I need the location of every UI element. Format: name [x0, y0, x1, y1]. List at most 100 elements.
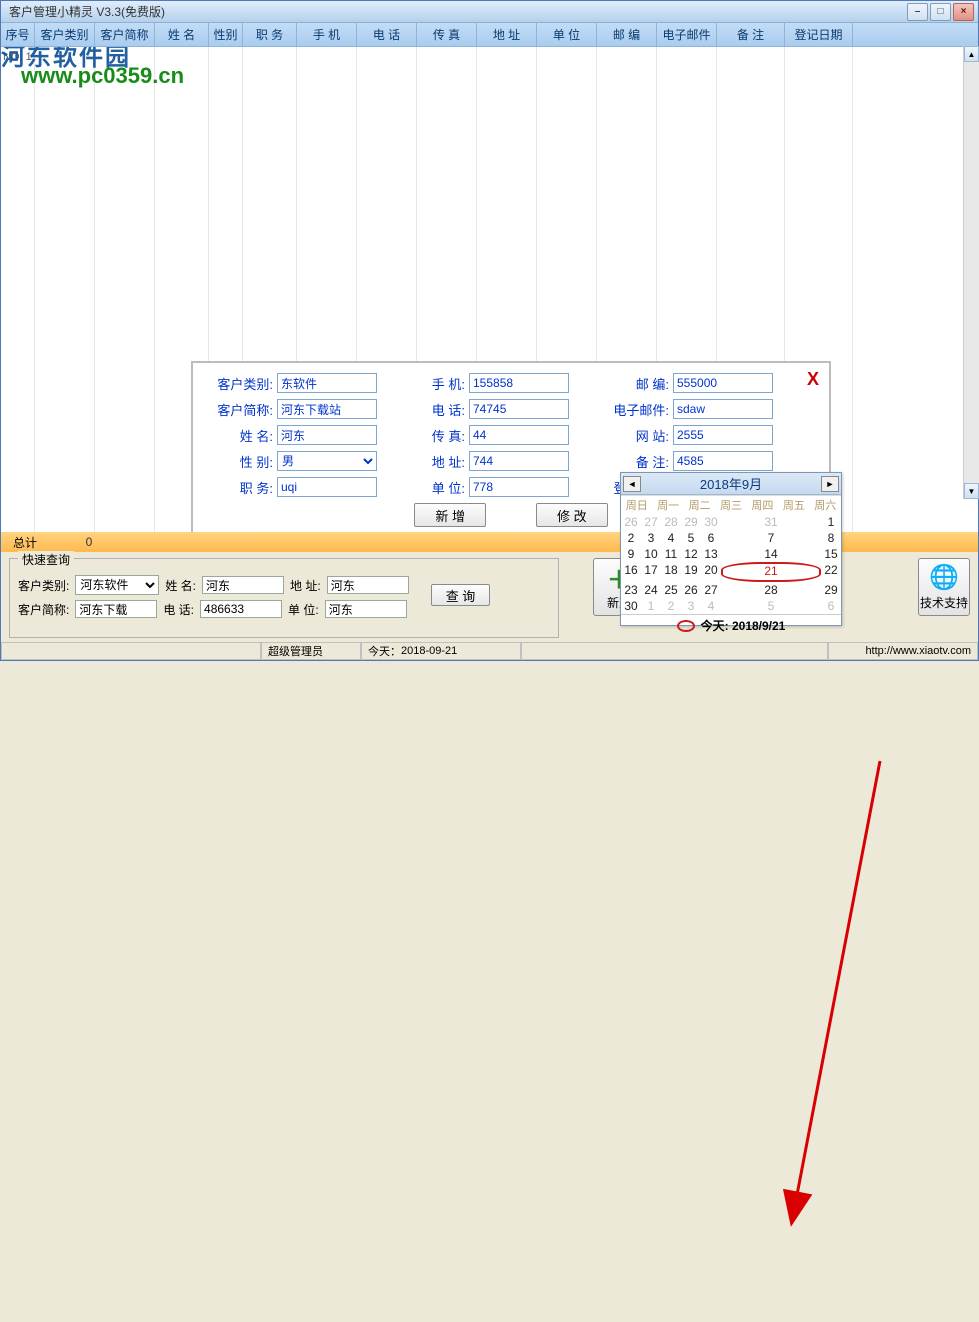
- cal-day[interactable]: 5: [681, 530, 701, 546]
- search-button[interactable]: 查 询: [431, 584, 491, 606]
- column-header[interactable]: 手 机: [297, 23, 357, 46]
- cal-day[interactable]: 27: [701, 582, 721, 598]
- cal-day[interactable]: 6: [821, 598, 841, 614]
- remark-input[interactable]: [673, 451, 773, 471]
- cal-day[interactable]: 17: [641, 562, 661, 582]
- data-grid[interactable]: NO. 1 河东软件园 www.pc0359.cn X 客户类别: 手 机: 邮…: [1, 47, 978, 532]
- q-category-select[interactable]: 河东软件: [75, 575, 159, 595]
- edit-button[interactable]: 修 改: [536, 503, 608, 527]
- add-button[interactable]: 新 增: [414, 503, 486, 527]
- vertical-scrollbar[interactable]: ▲ ▼: [963, 46, 979, 499]
- q-short-input[interactable]: [75, 600, 157, 618]
- cal-day[interactable]: 6: [701, 530, 721, 546]
- cal-day[interactable]: 28: [661, 514, 681, 530]
- column-header[interactable]: 登记日期: [785, 23, 853, 46]
- short-input[interactable]: [277, 399, 377, 419]
- cal-day[interactable]: 7: [721, 530, 821, 546]
- cal-day[interactable]: 2: [621, 530, 641, 546]
- category-label: 客户类别:: [207, 374, 273, 393]
- cal-day[interactable]: 15: [821, 546, 841, 562]
- cal-day[interactable]: 18: [661, 562, 681, 582]
- scroll-down-icon[interactable]: ▼: [964, 483, 979, 499]
- cal-day[interactable]: 30: [701, 514, 721, 530]
- cal-day[interactable]: 16: [621, 562, 641, 582]
- category-input[interactable]: [277, 373, 377, 393]
- column-header[interactable]: 电 话: [357, 23, 417, 46]
- scroll-up-icon[interactable]: ▲: [964, 46, 979, 62]
- q-unit-input[interactable]: [325, 600, 407, 618]
- minimize-button[interactable]: –: [907, 3, 928, 21]
- cal-day[interactable]: 22: [821, 562, 841, 582]
- column-header[interactable]: 单 位: [537, 23, 597, 46]
- maximize-button[interactable]: □: [930, 3, 951, 21]
- cal-day[interactable]: 3: [641, 530, 661, 546]
- q-phone-input[interactable]: [200, 600, 282, 618]
- cal-day[interactable]: 3: [681, 598, 701, 614]
- panel-close-button[interactable]: X: [807, 369, 819, 390]
- cal-day[interactable]: 26: [681, 582, 701, 598]
- sex-select[interactable]: 男: [277, 451, 377, 471]
- column-header[interactable]: 客户简称: [95, 23, 155, 46]
- unit-input[interactable]: [469, 477, 569, 497]
- q-addr-input[interactable]: [327, 576, 409, 594]
- phone-input[interactable]: [469, 399, 569, 419]
- cal-day[interactable]: 2: [661, 598, 681, 614]
- column-header[interactable]: 备 注: [717, 23, 785, 46]
- close-window-button[interactable]: ×: [953, 3, 974, 21]
- cal-day[interactable]: 30: [621, 598, 641, 614]
- column-header[interactable]: 客户类别: [35, 23, 95, 46]
- support-button[interactable]: 🌐 技术支持: [918, 558, 970, 616]
- cal-day[interactable]: 12: [681, 546, 701, 562]
- website-label: 网 站:: [603, 426, 669, 445]
- column-header[interactable]: 性别: [209, 23, 243, 46]
- cal-day[interactable]: 5: [721, 598, 821, 614]
- cal-day[interactable]: 13: [701, 546, 721, 562]
- post-input[interactable]: [673, 373, 773, 393]
- duty-input[interactable]: [277, 477, 377, 497]
- cal-day[interactable]: 9: [621, 546, 641, 562]
- website-input[interactable]: [673, 425, 773, 445]
- cal-day[interactable]: 20: [701, 562, 721, 582]
- column-header[interactable]: 序号: [1, 23, 35, 46]
- name-input[interactable]: [277, 425, 377, 445]
- cal-day[interactable]: 27: [641, 514, 661, 530]
- cal-day[interactable]: 26: [621, 514, 641, 530]
- cal-day[interactable]: 29: [681, 514, 701, 530]
- cal-day[interactable]: 31: [721, 514, 821, 530]
- cal-day[interactable]: 10: [641, 546, 661, 562]
- today-ring-icon: [677, 620, 695, 632]
- column-header[interactable]: 姓 名: [155, 23, 209, 46]
- cal-day[interactable]: 24: [641, 582, 661, 598]
- cal-today-row[interactable]: 今天: 2018/9/21: [621, 614, 841, 636]
- cal-day[interactable]: 19: [681, 562, 701, 582]
- cal-next-button[interactable]: ►: [821, 476, 839, 492]
- cal-day[interactable]: 21: [721, 562, 821, 582]
- addr-label: 地 址:: [399, 452, 465, 471]
- cal-day[interactable]: 4: [701, 598, 721, 614]
- cal-day[interactable]: 23: [621, 582, 641, 598]
- email-input[interactable]: [673, 399, 773, 419]
- q-short-label: 客户简称:: [18, 601, 69, 618]
- cal-weekday: 周二: [684, 495, 715, 514]
- column-header[interactable]: 传 真: [417, 23, 477, 46]
- column-header[interactable]: 邮 编: [597, 23, 657, 46]
- cal-day[interactable]: 1: [641, 598, 661, 614]
- column-header[interactable]: 电子邮件: [657, 23, 717, 46]
- cal-day[interactable]: 4: [661, 530, 681, 546]
- fax-input[interactable]: [469, 425, 569, 445]
- cal-day[interactable]: 29: [821, 582, 841, 598]
- cal-day[interactable]: 28: [721, 582, 821, 598]
- cal-day[interactable]: 25: [661, 582, 681, 598]
- column-header[interactable]: 地 址: [477, 23, 537, 46]
- mobile-input[interactable]: [469, 373, 569, 393]
- cal-prev-button[interactable]: ◄: [623, 476, 641, 492]
- cal-day[interactable]: 1: [821, 514, 841, 530]
- unit-label: 单 位:: [399, 478, 465, 497]
- cal-day[interactable]: 14: [721, 546, 821, 562]
- q-name-input[interactable]: [202, 576, 284, 594]
- cal-day[interactable]: 11: [661, 546, 681, 562]
- cal-weekday: 周一: [652, 495, 683, 514]
- addr-input[interactable]: [469, 451, 569, 471]
- cal-day[interactable]: 8: [821, 530, 841, 546]
- column-header[interactable]: 职 务: [243, 23, 297, 46]
